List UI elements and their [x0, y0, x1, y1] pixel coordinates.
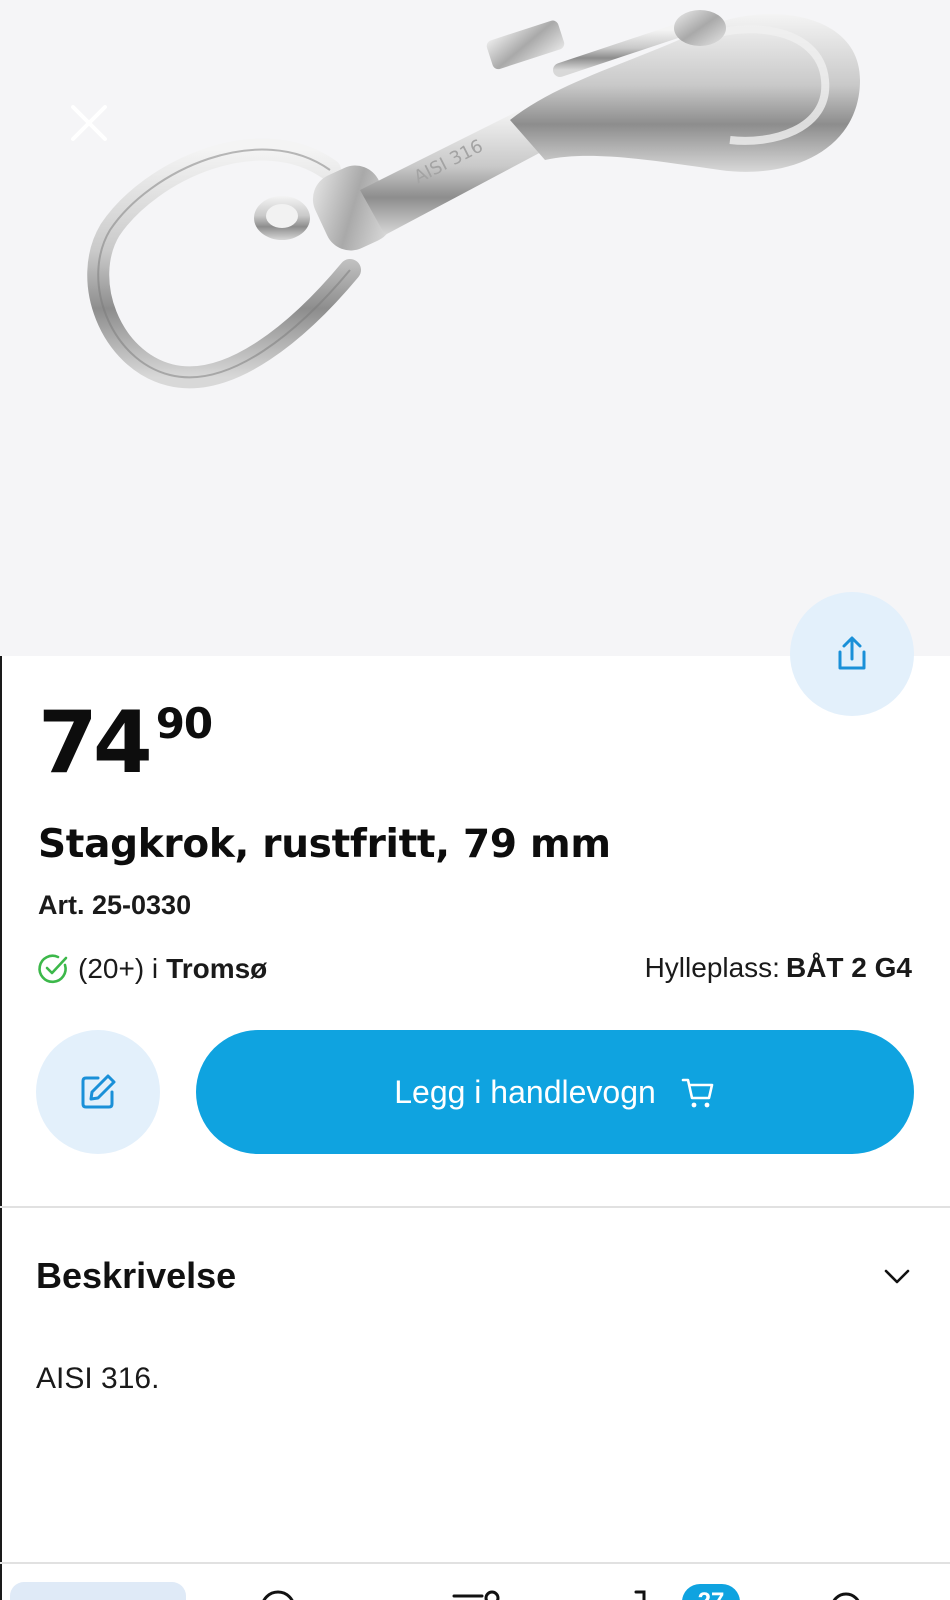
- section-divider: [0, 1206, 950, 1208]
- description-accordion-header[interactable]: Beskrivelse: [36, 1236, 914, 1316]
- stock-location: Tromsø: [166, 953, 268, 984]
- check-circle-icon: [38, 954, 68, 984]
- price-main: 74: [38, 693, 153, 793]
- product-image-area: AISI 316: [0, 0, 950, 656]
- nav-cart-icon[interactable]: [630, 1588, 660, 1600]
- add-to-cart-label: Legg i handlevogn: [394, 1073, 656, 1110]
- edit-icon: [81, 1074, 116, 1109]
- description-title: Beskrivelse: [36, 1255, 237, 1296]
- edit-button[interactable]: [36, 1030, 160, 1154]
- share-icon: [838, 636, 866, 670]
- nav-profile-icon[interactable]: [826, 1588, 866, 1600]
- nav-search-icon[interactable]: [258, 1588, 298, 1600]
- share-button[interactable]: [790, 592, 914, 716]
- article-number: Art. 25-0330: [38, 890, 192, 920]
- bottom-nav-divider: [0, 1562, 950, 1564]
- nav-list-icon[interactable]: [452, 1588, 502, 1600]
- price-cents: 90: [155, 699, 213, 748]
- product-price: 74 90: [38, 693, 213, 793]
- product-title: Stagkrok, rustfritt, 79 mm: [38, 822, 611, 867]
- shelf-value: BÅT 2 G4: [785, 952, 912, 983]
- add-to-cart-button[interactable]: Legg i handlevogn: [196, 1030, 914, 1154]
- shelf-location: Hylleplass: BÅT 2 G4: [645, 952, 912, 984]
- product-image: AISI 316: [87, 10, 860, 389]
- bottom-navigation: 27: [0, 1566, 950, 1600]
- close-icon: [71, 105, 107, 141]
- chevron-down-icon: [884, 1269, 910, 1284]
- stock-count: (20+) i: [78, 953, 159, 984]
- cart-count-badge: 27: [682, 1584, 740, 1600]
- stock-status: (20+) i Tromsø: [36, 952, 267, 986]
- shelf-label: Hylleplass:: [644, 952, 780, 983]
- description-text: AISI 316.: [36, 1362, 160, 1395]
- close-button[interactable]: [62, 96, 116, 150]
- nav-item-home[interactable]: [10, 1582, 186, 1600]
- cart-icon: [681, 1078, 714, 1108]
